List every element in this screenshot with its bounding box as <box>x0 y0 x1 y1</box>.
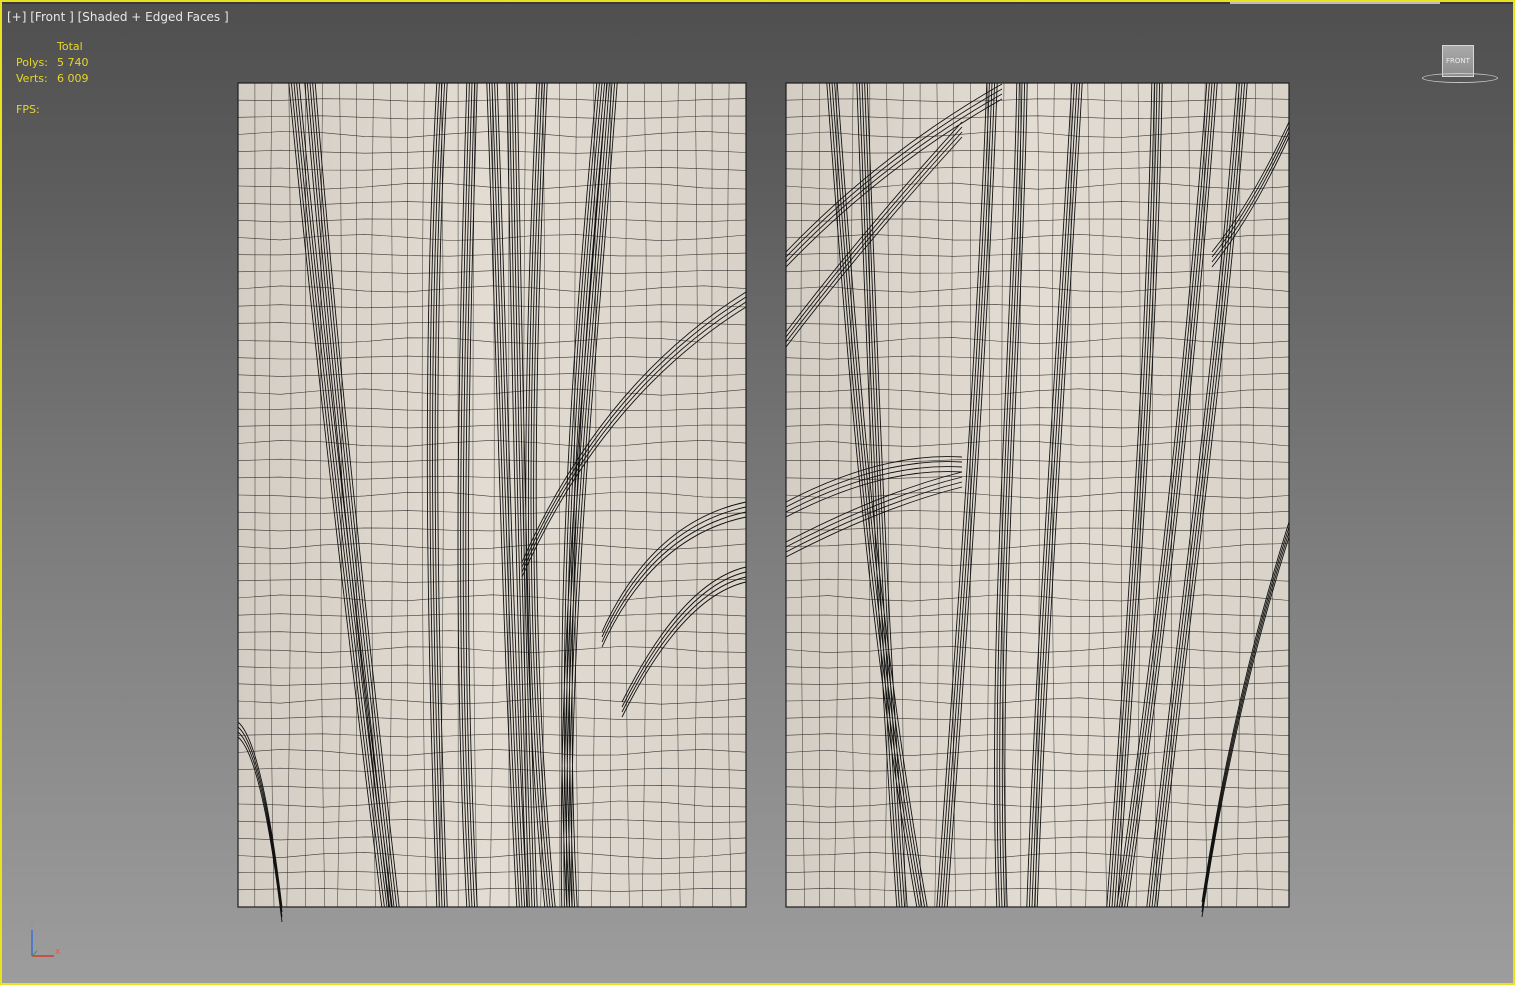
viewport-shading-menu[interactable]: [Shaded + Edged Faces ] <box>78 10 229 24</box>
viewcube[interactable]: FRONT <box>1420 42 1500 86</box>
viewport-label-menu[interactable]: [+] [Front ] [Shaded + Edged Faces ] <box>7 10 229 24</box>
verts-value: 6 009 <box>57 72 89 85</box>
polys-value: 5 740 <box>57 56 89 69</box>
curtain-panel-right[interactable] <box>785 82 1290 918</box>
fps-label: FPS: <box>16 103 40 116</box>
stats-header: Total <box>57 40 83 53</box>
verts-label: Verts: <box>16 72 48 85</box>
front-viewport[interactable]: [+] [Front ] [Shaded + Edged Faces ] Tot… <box>0 0 1515 985</box>
x-axis-label: x <box>55 947 61 957</box>
axis-tripod: z x <box>24 919 69 965</box>
viewport-plus-menu[interactable]: [+] <box>7 10 26 24</box>
polys-label: Polys: <box>16 56 48 69</box>
curtain-panel-left[interactable] <box>237 82 747 923</box>
z-axis-label: z <box>30 919 35 929</box>
viewcube-compass-ring[interactable] <box>1422 73 1498 83</box>
scene-canvas[interactable] <box>2 2 1513 983</box>
viewport-view-menu[interactable]: [Front ] <box>30 10 74 24</box>
